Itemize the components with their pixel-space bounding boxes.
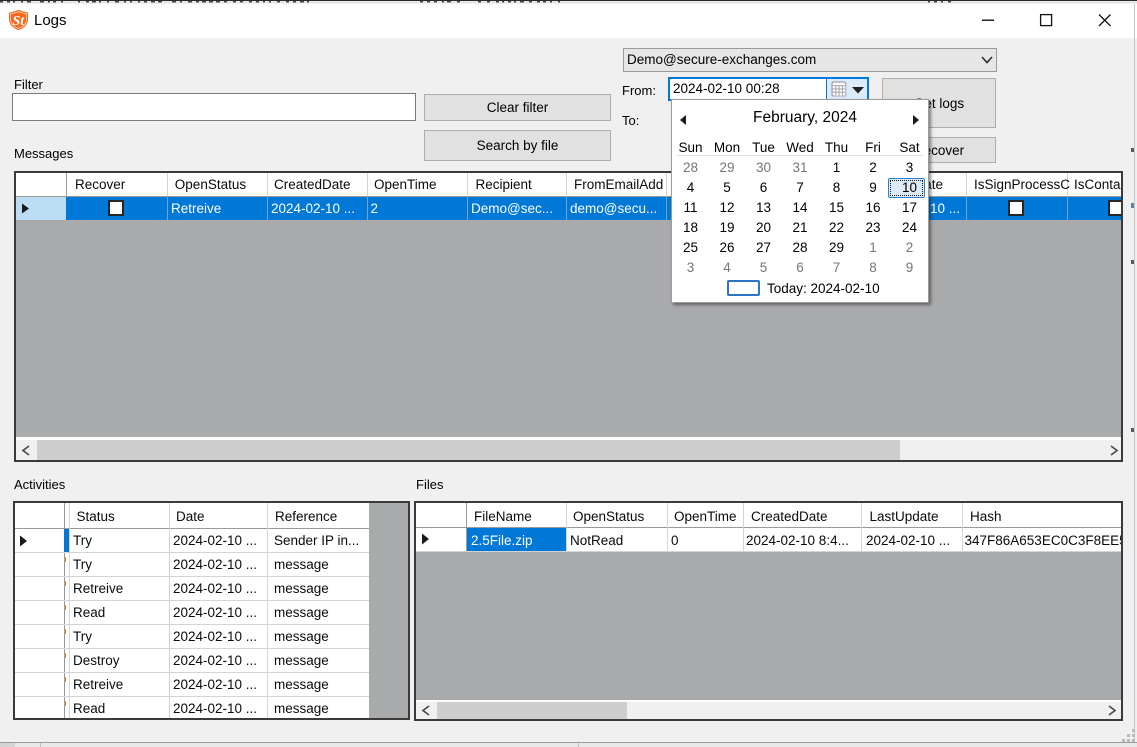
svg-text:St: St: [12, 14, 25, 29]
